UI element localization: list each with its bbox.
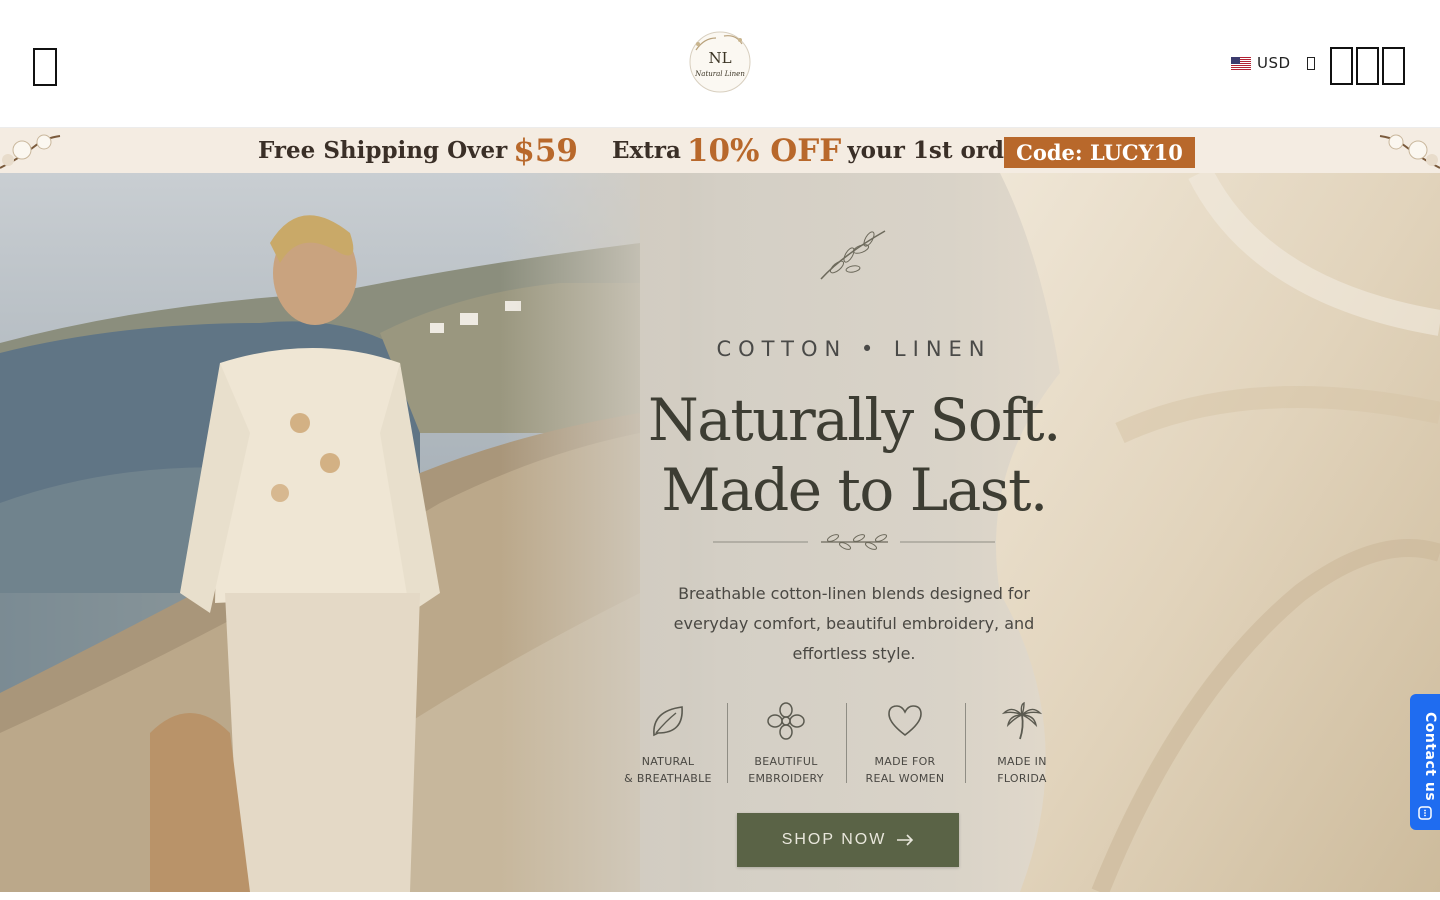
headline-line-2: Made to Last. bbox=[661, 456, 1048, 524]
first-order-discount-text: Extra 10% OFF your 1st order bbox=[612, 128, 1031, 173]
shop-now-label: SHOP NOW bbox=[781, 831, 887, 848]
feature-label-line: REAL WOMEN bbox=[865, 772, 945, 785]
cotton-branch-icon bbox=[0, 134, 61, 169]
discount-amount: 10% OFF bbox=[686, 132, 842, 169]
hero-content: COTTON • LINEN Naturally Soft. Made to L… bbox=[600, 213, 1100, 892]
discount-prefix: Extra bbox=[612, 137, 681, 164]
menu-icon[interactable] bbox=[33, 48, 57, 86]
feature-list: NATURAL & BREATHABLE BEAUTIFUL EMBROIDER… bbox=[600, 693, 1108, 793]
palm-tree-icon bbox=[1002, 701, 1042, 740]
currency-selector[interactable]: USD bbox=[1231, 54, 1315, 72]
headline-line-1: Naturally Soft. bbox=[648, 386, 1061, 454]
shop-now-button[interactable]: SHOP NOW bbox=[737, 813, 959, 867]
hero-eyebrow: COTTON • LINEN bbox=[716, 337, 992, 361]
olive-sprig-icon bbox=[820, 230, 886, 280]
cart-icon[interactable] bbox=[1382, 47, 1405, 85]
contact-us-label: Contact us bbox=[1422, 712, 1438, 802]
arrow-right-icon bbox=[897, 834, 914, 846]
logo-initials: NL bbox=[708, 49, 731, 67]
currency-label: USD bbox=[1257, 54, 1291, 72]
account-icon[interactable] bbox=[1356, 47, 1379, 85]
hero-description: Breathable cotton-linen blends designed … bbox=[673, 584, 1035, 663]
chat-icon bbox=[1418, 806, 1432, 820]
shipping-threshold: $59 bbox=[513, 132, 578, 169]
search-icon[interactable] bbox=[1330, 47, 1353, 85]
flower-icon bbox=[767, 702, 805, 740]
promo-code-badge: Code: LUCY10 bbox=[1004, 137, 1195, 168]
feature-label-line: NATURAL bbox=[641, 755, 695, 768]
feature-natural: NATURAL & BREATHABLE bbox=[609, 693, 727, 793]
logo[interactable]: NL Natural Linen bbox=[686, 30, 754, 94]
cotton-branch-icon bbox=[1379, 134, 1440, 169]
logo-wordmark: Natural Linen bbox=[694, 70, 745, 78]
hero-banner[interactable]: COTTON • LINEN Naturally Soft. Made to L… bbox=[0, 173, 1440, 892]
chevron-down-icon bbox=[1306, 56, 1315, 70]
promo-bar: Free Shipping Over $59 Extra 10% OFF you… bbox=[0, 128, 1440, 173]
contact-us-tab[interactable]: Contact us bbox=[1410, 694, 1440, 830]
ornament-divider-icon bbox=[713, 534, 995, 550]
feature-label-line: MADE IN bbox=[997, 755, 1047, 768]
us-flag-icon bbox=[1231, 56, 1251, 70]
site-header: NL Natural Linen USD bbox=[0, 0, 1440, 128]
feature-label-line: MADE FOR bbox=[874, 755, 936, 768]
leaf-icon bbox=[653, 706, 683, 737]
shipping-prefix: Free Shipping Over bbox=[258, 137, 508, 164]
feature-label-line: & BREATHABLE bbox=[624, 772, 712, 785]
feature-label-line: FLORIDA bbox=[997, 772, 1047, 785]
feature-real-women: MADE FOR REAL WOMEN bbox=[846, 693, 964, 793]
feature-label-line: BEAUTIFUL bbox=[754, 755, 818, 768]
hero-headline: Naturally Soft. Made to Last. bbox=[600, 385, 1108, 525]
free-shipping-text: Free Shipping Over $59 bbox=[258, 128, 584, 173]
heart-icon bbox=[888, 705, 922, 737]
feature-embroidery: BEAUTIFUL EMBROIDERY bbox=[727, 693, 845, 793]
feature-label-line: EMBROIDERY bbox=[748, 772, 824, 785]
feature-florida: MADE IN FLORIDA bbox=[963, 693, 1081, 793]
